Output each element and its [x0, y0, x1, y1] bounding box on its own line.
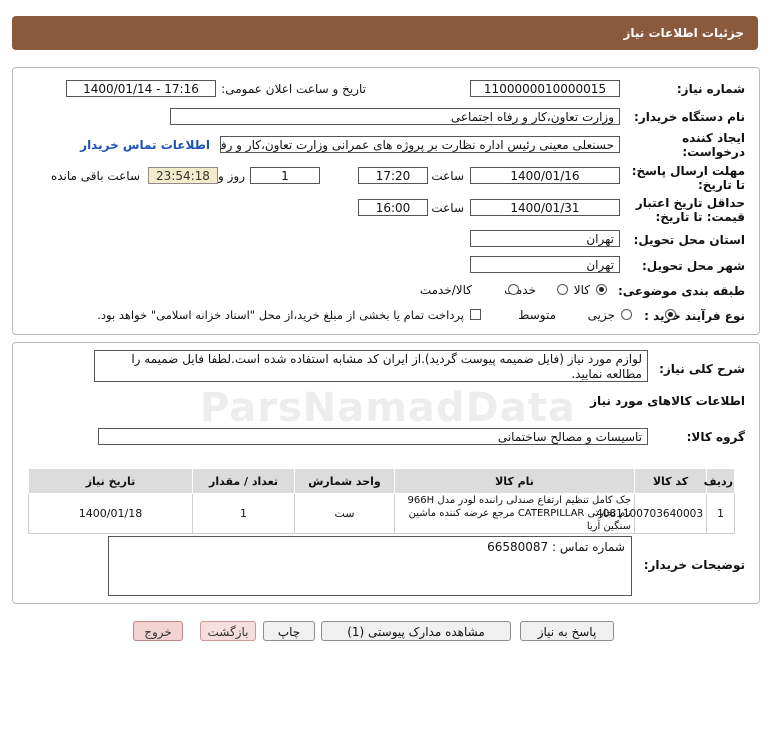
- category-radio-goods-service[interactable]: [507, 284, 519, 295]
- description-field: لوازم مورد نیاز (فایل ضمیمه پیوست گردید)…: [94, 350, 648, 382]
- reply-time-field: 17:20: [358, 167, 428, 184]
- city-field: تهران: [470, 256, 620, 273]
- reply-date-field: 1400/01/16: [470, 167, 620, 184]
- exit-button[interactable]: خروج: [133, 621, 183, 641]
- creator-label-2: درخواست:: [682, 145, 745, 159]
- validity-time-label: ساعت: [431, 201, 464, 215]
- col-qty: تعداد / مقدار: [192, 468, 295, 494]
- col-code: کد کالا: [634, 468, 707, 494]
- buyer-org-label: نام دستگاه خریدار:: [634, 110, 745, 124]
- province-field: تهران: [470, 230, 620, 247]
- category-option-goods: کالا: [573, 283, 590, 297]
- category-radio-service[interactable]: [556, 284, 568, 295]
- table-row[interactable]: 1 4081100703640003 جک کامل تنظیم ارتفاع …: [28, 493, 735, 534]
- page-title: جزئیات اطلاعات نیاز: [623, 26, 744, 40]
- creator-label-1: ایجاد کننده: [682, 131, 745, 145]
- category-label: طبقه بندی موضوعی:: [617, 284, 745, 298]
- col-date: تاریخ نیاز: [28, 468, 193, 494]
- days-label: روز و: [218, 169, 245, 183]
- category-option-goods-service: کالا/خدمت: [419, 283, 472, 297]
- view-documents-button[interactable]: مشاهده مدارک پیوستی (1): [321, 621, 511, 641]
- treasury-checkbox[interactable]: [470, 309, 481, 320]
- goods-group-label: گروه کالا:: [686, 430, 745, 444]
- countdown-field: 23:54:18: [148, 167, 218, 184]
- cell-unit: ست: [294, 493, 395, 534]
- remaining-label: ساعت باقی مانده: [50, 169, 140, 183]
- validity-time-field: 16:00: [358, 199, 428, 216]
- back-button[interactable]: بازگشت: [200, 621, 256, 641]
- reply-label-2: تا تاریخ:: [697, 178, 745, 192]
- cell-name: جک کامل تنظیم ارتفاع صندلی راننده لودر م…: [394, 493, 635, 534]
- contact-buyer-link[interactable]: اطلاعات تماس خریدار: [80, 138, 210, 152]
- days-field: 1: [250, 167, 320, 184]
- description-label: شرح کلی نیاز:: [659, 362, 745, 376]
- print-button[interactable]: چاپ: [263, 621, 315, 641]
- items-table-wrap: ردیف کد کالا نام کالا واحد شمارش تعداد /…: [28, 468, 735, 534]
- table-header-row: ردیف کد کالا نام کالا واحد شمارش تعداد /…: [28, 468, 735, 494]
- process-label: نوع فرآیند خرید :: [644, 309, 745, 323]
- validity-label-1: حداقل تاریخ اعتبار: [635, 196, 745, 210]
- category-radio-goods[interactable]: [596, 284, 607, 295]
- cell-code: 4081100703640003: [596, 493, 707, 534]
- buyer-notes-label: توضیحات خریدار:: [643, 558, 745, 572]
- goods-group-field: تاسیسات و مصالح ساختمانی: [98, 428, 648, 445]
- need-number-field: 1100000010000015: [470, 80, 620, 97]
- items-table: ردیف کد کالا نام کالا واحد شمارش تعداد /…: [28, 468, 735, 534]
- col-row: ردیف: [704, 468, 735, 494]
- payment-note: پرداخت تمام یا بخشی از مبلغ خرید،از محل …: [97, 308, 464, 322]
- reply-time-label: ساعت: [431, 169, 464, 183]
- process-option-medium: متوسط: [518, 308, 556, 322]
- cell-row: 1: [706, 493, 735, 534]
- creator-field: حسنعلی معینی رئیس اداره نظارت بر پروژه ه…: [220, 136, 620, 153]
- col-name: نام کالا: [394, 468, 635, 494]
- city-label: شهر محل تحویل:: [641, 259, 745, 273]
- announce-label: تاریخ و ساعت اعلان عمومی:: [221, 82, 366, 96]
- process-option-minor: جزیی: [587, 308, 615, 322]
- col-unit: واحد شمارش: [294, 468, 395, 494]
- page-header: جزئیات اطلاعات نیاز: [12, 16, 758, 50]
- reply-label-1: مهلت ارسال پاسخ:: [631, 164, 745, 178]
- buyer-notes-field: شماره تماس : 66580087: [108, 536, 632, 596]
- validity-label-2: قیمت: تا تاریخ:: [655, 210, 745, 224]
- goods-info-title: اطلاعات کالاهای مورد نیاز: [590, 394, 745, 408]
- validity-date-field: 1400/01/31: [470, 199, 620, 216]
- reply-button[interactable]: پاسخ به نیاز: [520, 621, 614, 641]
- cell-qty: 1: [192, 493, 295, 534]
- cell-date: 1400/01/18: [28, 493, 193, 534]
- announce-field: 1400/01/14 - 17:16: [66, 80, 216, 97]
- province-label: استان محل تحویل:: [633, 233, 745, 247]
- buyer-org-field: وزارت تعاون،کار و رفاه اجتماعی: [170, 108, 620, 125]
- need-number-label: شماره نیاز:: [676, 82, 745, 96]
